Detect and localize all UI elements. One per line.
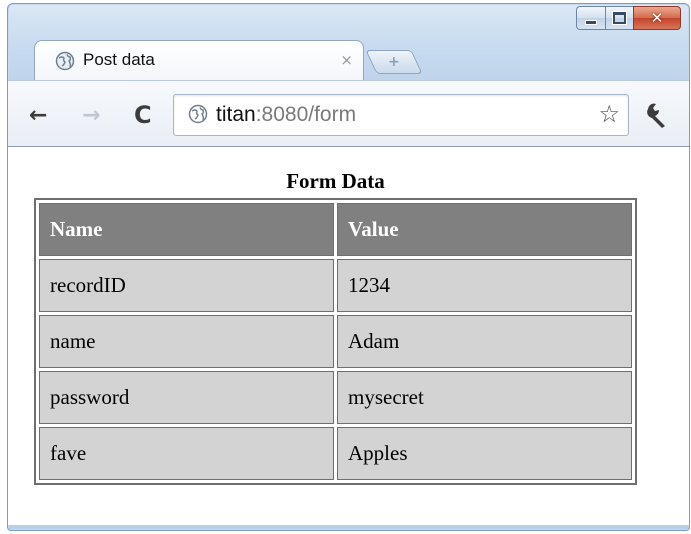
plus-icon: + bbox=[388, 54, 400, 70]
reload-icon[interactable]: C bbox=[134, 101, 152, 129]
forward-arrow-icon[interactable]: → bbox=[82, 103, 100, 128]
wrench-icon[interactable] bbox=[643, 101, 671, 129]
page-info-icon bbox=[188, 104, 208, 124]
new-tab-button[interactable]: + bbox=[365, 50, 423, 74]
address-bar[interactable]: titan:8080/form ☆ bbox=[173, 94, 629, 136]
table-row: password mysecret bbox=[39, 371, 632, 424]
url-path: :8080/form bbox=[255, 103, 357, 126]
form-data-table: Name Value recordID 1234 name Adam passw… bbox=[34, 198, 637, 485]
tab-close-icon[interactable]: × bbox=[340, 51, 353, 69]
maximize-icon bbox=[613, 12, 626, 24]
maximize-button[interactable] bbox=[605, 6, 633, 30]
column-header-value: Value bbox=[337, 203, 632, 256]
table-caption: Form Data bbox=[286, 169, 385, 193]
row-name-cell: recordID bbox=[39, 259, 334, 312]
row-value-cell: Apples bbox=[337, 427, 632, 480]
column-header-name: Name bbox=[39, 203, 334, 256]
minimize-icon bbox=[585, 19, 597, 25]
close-window-button[interactable]: ✕ bbox=[633, 6, 681, 30]
row-name-cell: fave bbox=[39, 427, 334, 480]
close-icon: ✕ bbox=[650, 9, 664, 27]
url-host: titan bbox=[216, 103, 256, 126]
url-text: titan:8080/form bbox=[216, 103, 356, 127]
table-row: fave Apples bbox=[39, 427, 632, 480]
window-caption-buttons: ✕ bbox=[576, 6, 681, 30]
row-name-cell: name bbox=[39, 315, 334, 368]
tab-title: Post data bbox=[83, 50, 155, 69]
table-row: recordID 1234 bbox=[39, 259, 632, 312]
browser-window: ✕ Post data × + ← → C titan:8080/form ☆ … bbox=[7, 3, 690, 531]
toolbar: ← → C titan:8080/form ☆ bbox=[8, 80, 689, 147]
row-name-cell: password bbox=[39, 371, 334, 424]
back-arrow-icon[interactable]: ← bbox=[29, 103, 47, 128]
table-row: name Adam bbox=[39, 315, 632, 368]
table-header-row: Name Value bbox=[39, 203, 632, 256]
tab-post-data[interactable]: Post data × bbox=[34, 40, 364, 81]
page-content: Form Data Name Value recordID 1234 name … bbox=[8, 146, 689, 525]
globe-icon bbox=[55, 51, 75, 71]
row-value-cell: 1234 bbox=[337, 259, 632, 312]
bookmark-star-icon[interactable]: ☆ bbox=[598, 100, 620, 128]
row-value-cell: mysecret bbox=[337, 371, 632, 424]
row-value-cell: Adam bbox=[337, 315, 632, 368]
minimize-button[interactable] bbox=[576, 6, 605, 30]
